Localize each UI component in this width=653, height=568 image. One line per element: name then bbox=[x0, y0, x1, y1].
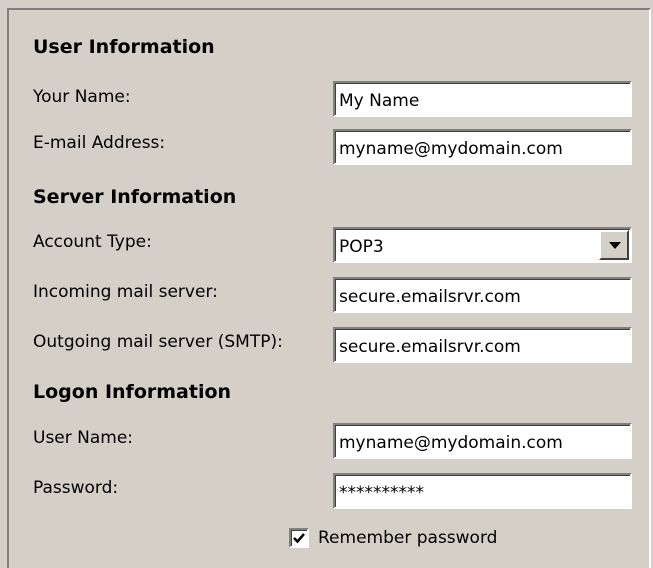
chevron-down-icon bbox=[609, 242, 621, 249]
logon-information-heading: Logon Information bbox=[33, 381, 232, 403]
server-information-heading: Server Information bbox=[33, 186, 237, 208]
outgoing-mail-server-field[interactable]: secure.emailsrvr.com bbox=[333, 327, 632, 363]
checkmark-icon bbox=[293, 533, 305, 544]
account-type-label: Account Type: bbox=[33, 232, 152, 252]
user-information-heading: User Information bbox=[33, 36, 215, 58]
account-type-value: POP3 bbox=[339, 237, 384, 257]
incoming-mail-server-label: Incoming mail server: bbox=[33, 282, 218, 302]
your-name-label: Your Name: bbox=[33, 87, 131, 107]
user-name-field[interactable]: myname@mydomain.com bbox=[333, 423, 632, 459]
account-type-select[interactable]: POP3 bbox=[333, 227, 632, 263]
remember-password-checkbox[interactable] bbox=[289, 528, 309, 548]
email-address-label: E-mail Address: bbox=[33, 133, 166, 153]
user-name-label: User Name: bbox=[33, 428, 134, 448]
password-label: Password: bbox=[33, 478, 119, 498]
outgoing-mail-server-label: Outgoing mail server (SMTP): bbox=[33, 332, 283, 352]
dropdown-button[interactable] bbox=[599, 230, 629, 260]
your-name-field[interactable]: My Name bbox=[333, 81, 632, 117]
incoming-mail-server-field[interactable]: secure.emailsrvr.com bbox=[333, 277, 632, 313]
password-field[interactable]: ********** bbox=[333, 473, 632, 509]
remember-password-label[interactable]: Remember password bbox=[318, 528, 497, 548]
email-address-field[interactable]: myname@mydomain.com bbox=[333, 129, 632, 165]
